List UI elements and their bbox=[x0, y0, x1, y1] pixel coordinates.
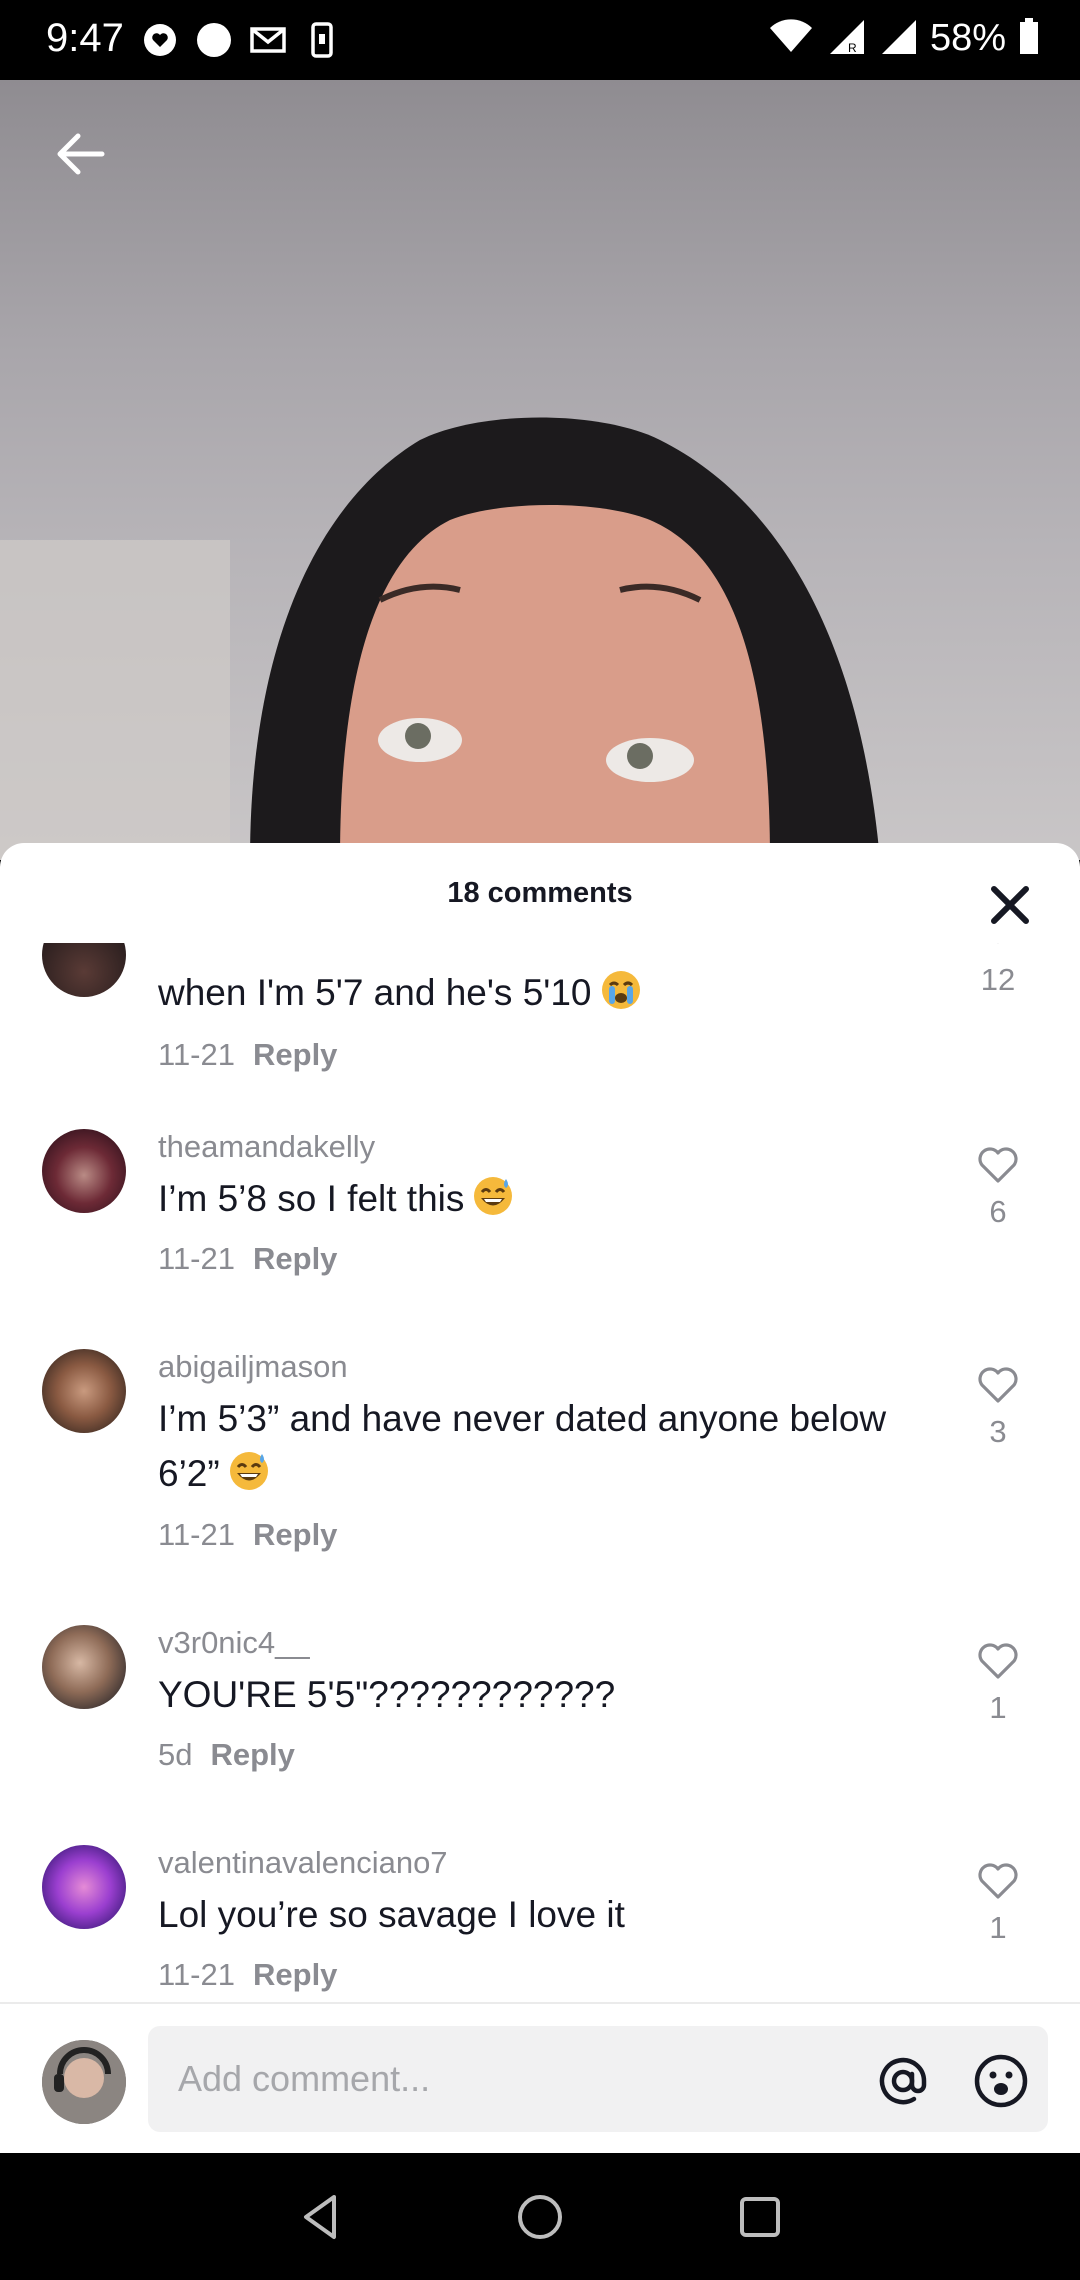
comment-text-content: Lol you’re so savage I love it bbox=[158, 1894, 625, 1935]
reply-button[interactable]: Reply bbox=[253, 1957, 337, 1992]
recents-square-icon bbox=[740, 2197, 780, 2237]
at-icon bbox=[879, 2057, 927, 2105]
comments-sheet: 18 comments when I'm 5'7 and he's 5'10 1… bbox=[0, 843, 1080, 2153]
close-icon bbox=[991, 886, 1029, 924]
reply-button[interactable]: Reply bbox=[253, 1517, 337, 1552]
comment-username[interactable]: v3r0nic4__ bbox=[158, 1625, 310, 1661]
battery-percent: 58% bbox=[929, 17, 1006, 59]
reply-button[interactable]: Reply bbox=[253, 1037, 337, 1072]
nav-home-button[interactable] bbox=[512, 2189, 568, 2245]
heart-outline-icon bbox=[978, 1643, 1018, 1679]
emoji-button[interactable] bbox=[972, 2052, 1030, 2110]
like-button[interactable]: 1 bbox=[958, 1861, 1038, 1946]
avatar[interactable] bbox=[42, 943, 126, 997]
like-count: 1 bbox=[989, 1690, 1007, 1725]
back-triangle-icon bbox=[304, 2195, 336, 2239]
reply-button[interactable]: Reply bbox=[253, 1241, 337, 1276]
user-avatar-image bbox=[42, 2040, 126, 2124]
comment-username[interactable]: abigailjmason bbox=[158, 1349, 348, 1385]
video-frame bbox=[0, 417, 880, 860]
chevron-down-icon bbox=[997, 943, 999, 944]
comment-date: 11-21 bbox=[158, 1517, 235, 1552]
avatar[interactable] bbox=[42, 1625, 126, 1709]
comment-meta: 11-21 Reply bbox=[158, 1957, 337, 1993]
battery-icon bbox=[1018, 16, 1040, 61]
status-notification-icons bbox=[140, 20, 342, 65]
comment-text: Lol you’re so savage I love it bbox=[158, 1887, 948, 1942]
comment-text-content: when I'm 5'7 and he's 5'10 bbox=[158, 972, 592, 1013]
like-count: 6 bbox=[989, 1194, 1007, 1229]
arrow-left-icon bbox=[57, 133, 105, 175]
like-button[interactable]: 1 bbox=[958, 1641, 1038, 1726]
avatar[interactable] bbox=[42, 1349, 126, 1433]
like-button[interactable]: 6 bbox=[958, 1145, 1038, 1230]
gmail-icon bbox=[248, 20, 288, 65]
wifi-icon bbox=[768, 16, 814, 61]
comment-text-content: I’m 5’8 so I felt this bbox=[158, 1178, 465, 1219]
like-count: 1 bbox=[989, 1910, 1007, 1945]
heart-bubble-icon bbox=[140, 20, 180, 65]
signal-icon bbox=[878, 16, 918, 61]
heart-outline-icon bbox=[978, 1367, 1018, 1403]
comment-date: 11-21 bbox=[158, 1037, 235, 1072]
avatar[interactable] bbox=[42, 1129, 126, 1213]
reply-button[interactable]: Reply bbox=[210, 1737, 294, 1772]
emoji-icon bbox=[974, 2054, 1028, 2108]
comment-input-bar bbox=[0, 2002, 1080, 2153]
comment-text: I’m 5’3” and have never dated anyone bel… bbox=[158, 1391, 928, 1501]
comment-username[interactable]: valentinavalenciano7 bbox=[158, 1845, 448, 1881]
nav-back-button[interactable] bbox=[294, 2189, 350, 2245]
comment-text-content: YOU'RE 5'5"???????????? bbox=[158, 1674, 616, 1715]
comments-header: 18 comments bbox=[0, 843, 1080, 943]
comment-list[interactable]: when I'm 5'7 and he's 5'10 11-21 Reply 12… bbox=[0, 943, 1080, 2001]
comment-item: abigailjmason I’m 5’3” and have never da… bbox=[0, 1349, 1080, 1599]
mention-button[interactable] bbox=[874, 2052, 932, 2110]
comment-item: theamandakelly I’m 5’8 so I felt this 11… bbox=[0, 1129, 1080, 1329]
comment-meta: 11-21 Reply bbox=[158, 1241, 337, 1277]
like-count: 3 bbox=[989, 1414, 1007, 1449]
comment-meta: 11-21 Reply bbox=[158, 1517, 337, 1553]
phone-icon bbox=[302, 20, 342, 65]
comment-date: 11-21 bbox=[158, 1241, 235, 1276]
comment-date: 11-21 bbox=[158, 1957, 235, 1992]
comment-text: I’m 5’8 so I felt this bbox=[158, 1171, 948, 1226]
comment-meta: 5d Reply bbox=[158, 1737, 295, 1773]
like-button[interactable]: 3 bbox=[958, 1365, 1038, 1450]
system-nav-bar bbox=[0, 2153, 1080, 2280]
comment-item: v3r0nic4__ YOU'RE 5'5"???????????? 5d Rep… bbox=[0, 1625, 1080, 1825]
status-bar: 9:47 R 58% bbox=[0, 0, 1080, 80]
avatar[interactable] bbox=[42, 1845, 126, 1929]
comment-text: when I'm 5'7 and he's 5'10 bbox=[158, 965, 948, 1020]
back-button[interactable] bbox=[50, 122, 114, 186]
comment-username[interactable]: theamandakelly bbox=[158, 1129, 375, 1165]
like-button[interactable]: 12 bbox=[958, 943, 1038, 998]
comment-input[interactable] bbox=[178, 2052, 778, 2106]
heart-outline-icon bbox=[978, 1863, 1018, 1899]
status-time: 9:47 bbox=[46, 16, 124, 60]
comments-count-title: 18 comments bbox=[447, 877, 633, 909]
signal-roaming-icon: R bbox=[826, 16, 866, 61]
comment-text: YOU'RE 5'5"???????????? bbox=[158, 1667, 948, 1722]
comment-meta: 11-21 Reply bbox=[158, 1037, 337, 1073]
nav-recents-button[interactable] bbox=[732, 2189, 788, 2245]
avatar[interactable] bbox=[42, 2040, 126, 2124]
video-player[interactable] bbox=[0, 80, 1080, 860]
grinning-sweat-face-icon bbox=[229, 1452, 268, 1490]
comment-item: when I'm 5'7 and he's 5'10 11-21 Reply 12 bbox=[0, 943, 1080, 1073]
circle-icon bbox=[194, 20, 234, 65]
comment-item: valentinavalenciano7 Lol you’re so savag… bbox=[0, 1845, 1080, 2001]
like-count: 12 bbox=[980, 962, 1016, 997]
close-button[interactable] bbox=[988, 883, 1032, 927]
svg-text:R: R bbox=[848, 41, 857, 55]
status-system-icons: R 58% bbox=[768, 16, 1040, 61]
grinning-sweat-face-icon bbox=[474, 1177, 513, 1215]
home-circle-icon bbox=[518, 2195, 562, 2239]
comment-date: 5d bbox=[158, 1737, 193, 1772]
comment-input-box[interactable] bbox=[148, 2026, 1048, 2132]
heart-outline-icon bbox=[978, 1147, 1018, 1183]
loudly-crying-face-icon bbox=[601, 971, 640, 1009]
